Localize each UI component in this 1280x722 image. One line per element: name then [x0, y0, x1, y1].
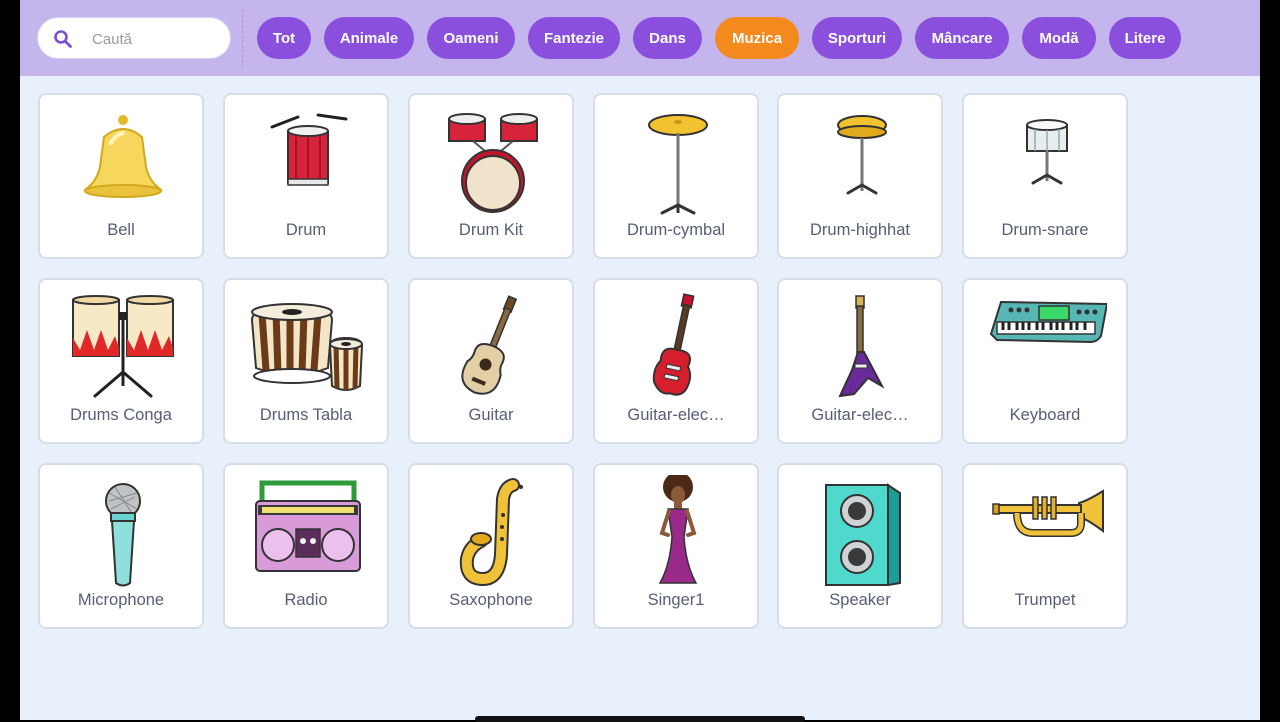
saxophone-icon [459, 478, 523, 587]
tabla-drums-icon [250, 303, 364, 391]
category-moda[interactable]: Modă [1022, 17, 1096, 59]
sprite-library: Tot Animale Oameni Fantezie Dans Muzica … [20, 0, 1260, 720]
sprite-tile-guitar-electric-2[interactable]: Guitar-elec… [777, 278, 943, 444]
category-mancare[interactable]: Mâncare [915, 17, 1009, 59]
sprite-label: Microphone [77, 591, 165, 609]
sprite-tile-bell[interactable]: Bell [38, 93, 204, 259]
trumpet-icon [992, 489, 1104, 537]
bell-icon [82, 115, 164, 198]
microphone-icon [105, 483, 141, 587]
sprite-tile-speaker[interactable]: Speaker [777, 463, 943, 629]
speaker-icon [825, 483, 901, 587]
sprite-tile-drum[interactable]: Drum [223, 93, 389, 259]
sprite-label: Drum-cymbal [626, 221, 726, 239]
divider [242, 10, 243, 68]
search-input[interactable] [92, 28, 222, 50]
sprite-tile-singer1[interactable]: Singer1 [593, 463, 759, 629]
category-litere[interactable]: Litere [1109, 17, 1181, 59]
sprite-label: Singer1 [647, 591, 705, 609]
sprite-tile-drum-highhat[interactable]: Drum-highhat [777, 93, 943, 259]
keyboard-synth-icon [989, 300, 1107, 344]
sprite-tile-drums-conga[interactable]: Drums Conga [38, 278, 204, 444]
category-tot[interactable]: Tot [257, 17, 311, 59]
category-sporturi[interactable]: Sporturi [812, 17, 902, 59]
sprite-label: Guitar-elec… [811, 406, 909, 424]
sprite-label: Guitar [468, 406, 514, 424]
sprite-label: Drums Conga [70, 406, 172, 424]
drum-kit-icon [448, 113, 538, 213]
sprite-label: Drum-highhat [810, 221, 910, 239]
sprite-label: Saxophone [449, 591, 533, 609]
sprite-label: Drums Tabla [259, 406, 353, 424]
sprite-label: Drum-snare [1001, 221, 1089, 239]
electric-guitar-red-icon [652, 293, 695, 396]
sprite-tile-microphone[interactable]: Microphone [38, 463, 204, 629]
singer-icon [658, 475, 698, 584]
cymbal-icon [648, 114, 708, 215]
electric-guitar-purple-icon [838, 295, 885, 398]
sprite-tile-trumpet[interactable]: Trumpet [962, 463, 1128, 629]
sprite-tile-guitar[interactable]: Guitar [408, 278, 574, 444]
sprite-label: Drum [285, 221, 327, 239]
conga-drums-icon [72, 295, 174, 398]
home-indicator [475, 716, 805, 722]
sprite-tile-drum-snare[interactable]: Drum-snare [962, 93, 1128, 259]
boombox-radio-icon [255, 480, 361, 572]
snare-drum-icon [1026, 119, 1068, 185]
sprite-label: Radio [284, 591, 328, 609]
filter-bar: Tot Animale Oameni Fantezie Dans Muzica … [20, 0, 1260, 76]
sprite-label: Drum Kit [458, 221, 524, 239]
sprite-tile-drum-cymbal[interactable]: Drum-cymbal [593, 93, 759, 259]
sprite-tile-drums-tabla[interactable]: Drums Tabla [223, 278, 389, 444]
search-icon [54, 30, 72, 48]
category-animale[interactable]: Animale [324, 17, 414, 59]
search-box[interactable] [37, 17, 231, 59]
sprite-tile-saxophone[interactable]: Saxophone [408, 463, 574, 629]
sprite-tile-drum-kit[interactable]: Drum Kit [408, 93, 574, 259]
category-dans[interactable]: Dans [633, 17, 702, 59]
sprite-label: Keyboard [1009, 406, 1081, 424]
sprite-tile-guitar-electric-1[interactable]: Guitar-elec… [593, 278, 759, 444]
category-oameni[interactable]: Oameni [427, 17, 515, 59]
sprite-tile-keyboard[interactable]: Keyboard [962, 278, 1128, 444]
sprite-label: Speaker [829, 591, 891, 609]
drum-icon [270, 113, 348, 186]
sprite-label: Bell [107, 221, 135, 239]
acoustic-guitar-icon [461, 295, 518, 395]
sprite-tile-radio[interactable]: Radio [223, 463, 389, 629]
category-fantezie[interactable]: Fantezie [528, 17, 620, 59]
sprite-label: Trumpet [1014, 591, 1076, 609]
category-muzica[interactable]: Muzica [715, 17, 799, 59]
sprite-label: Guitar-elec… [627, 406, 725, 424]
hihat-icon [837, 115, 887, 195]
